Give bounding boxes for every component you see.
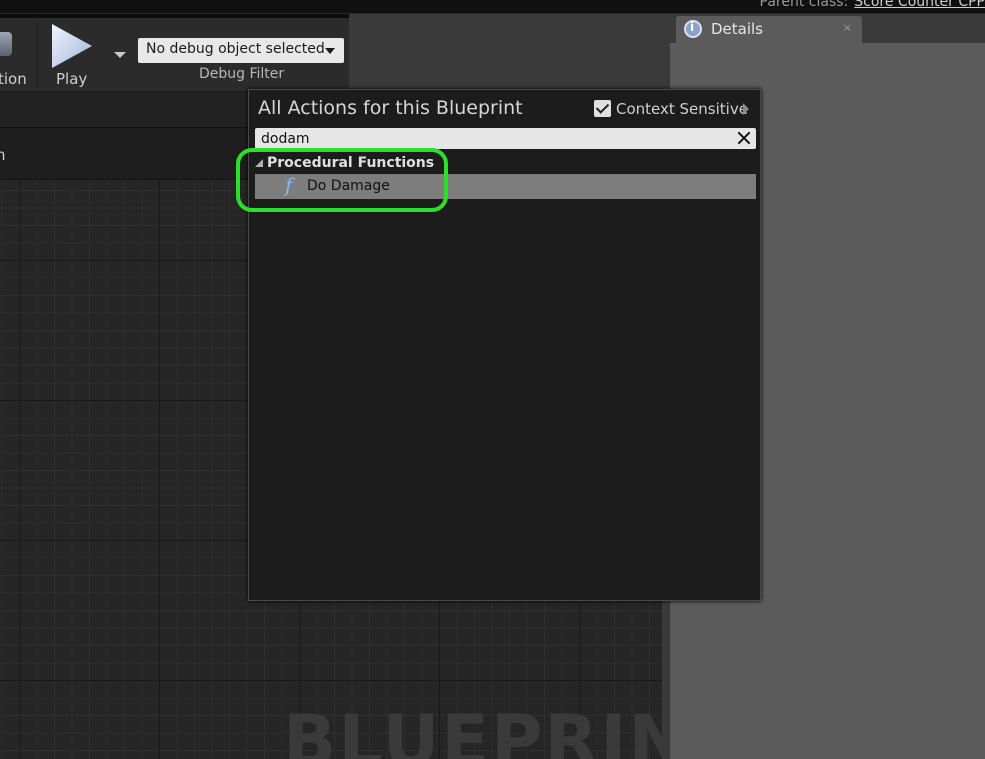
debug-filter-label: Debug Filter [199, 66, 285, 82]
context-sensitive-label: Context Sensitive [616, 100, 748, 118]
chevron-down-icon [325, 48, 335, 54]
toolbar-separator [37, 22, 38, 88]
close-icon[interactable]: × [843, 21, 852, 34]
action-item-label: Do Damage [307, 178, 390, 194]
graph-breadcrumb: n [0, 146, 6, 164]
chevron-right-icon[interactable] [743, 103, 749, 115]
action-search-input[interactable] [255, 128, 730, 149]
parent-class-info: Parent class: Score Counter CPP [760, 0, 985, 10]
info-icon [684, 20, 702, 38]
play-icon [52, 24, 92, 68]
category-label: Procedural Functions [267, 155, 435, 171]
details-tab-label: Details [711, 20, 764, 38]
simulation-button-label[interactable]: tion [0, 70, 27, 88]
toolbar-background [349, 14, 662, 92]
parent-class-link[interactable]: Score Counter CPP [854, 0, 985, 10]
function-icon: f [285, 173, 293, 197]
debug-object-value: No debug object selected [146, 41, 325, 57]
debug-object-select[interactable]: No debug object selected [138, 38, 344, 63]
context-sensitive-checkbox[interactable] [594, 100, 611, 117]
toolbar: tion Play No debug object selected Debug… [0, 18, 349, 92]
tab-details[interactable]: Details × [676, 16, 862, 43]
action-menu-popup: All Actions for this Blueprint Context S… [248, 89, 761, 601]
clear-search-icon[interactable] [734, 128, 754, 148]
chevron-down-icon [114, 52, 126, 58]
simulation-icon[interactable] [0, 32, 12, 56]
parent-class-label: Parent class: [759, 0, 849, 10]
action-search-box [255, 128, 756, 149]
collapse-triangle-icon[interactable] [255, 159, 263, 167]
play-button[interactable]: Play [44, 20, 104, 90]
action-item-do-damage[interactable]: f Do Damage [255, 173, 756, 199]
play-options-dropdown[interactable] [112, 46, 128, 60]
action-menu-title: All Actions for this Blueprint [258, 97, 523, 119]
play-label: Play [56, 70, 88, 88]
